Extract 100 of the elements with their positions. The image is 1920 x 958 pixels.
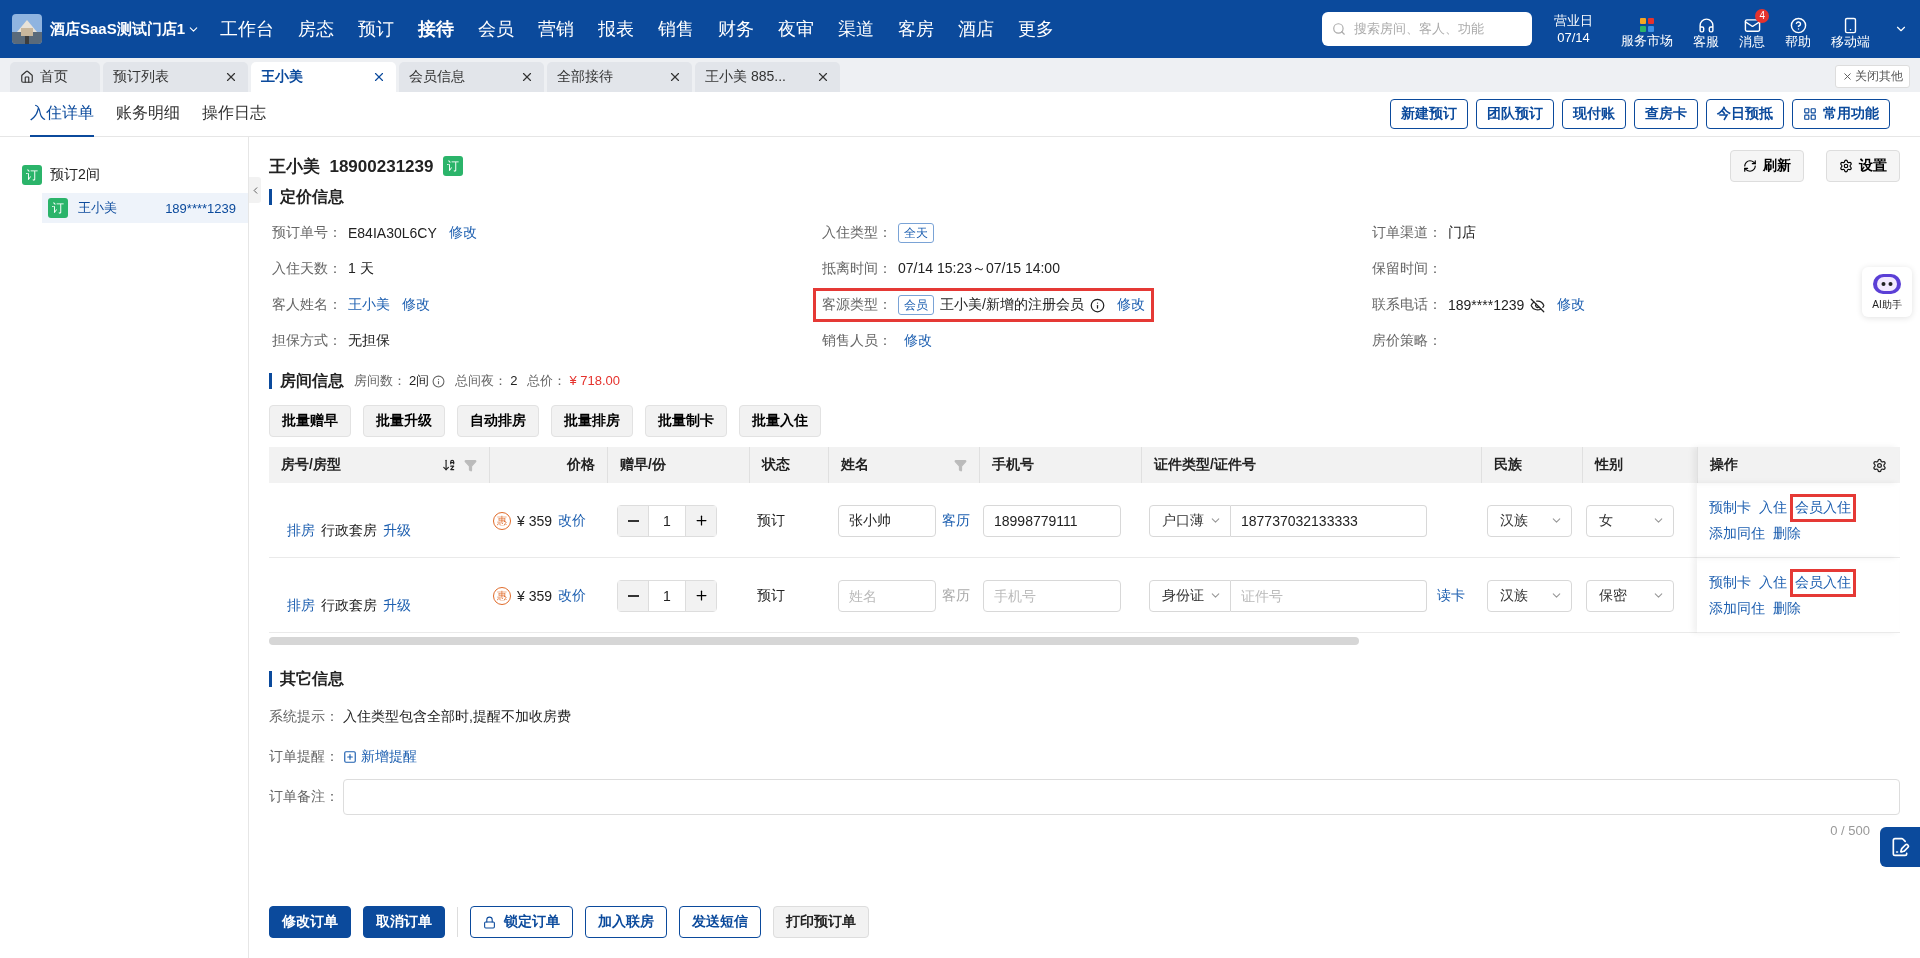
nav-item[interactable]: 预订 (346, 17, 407, 41)
nav-item[interactable]: 报表 (586, 17, 647, 41)
remark-input[interactable] (343, 779, 1900, 815)
change-price-link[interactable]: 改价 (558, 586, 587, 605)
row-action-link[interactable]: 预制卡 (1704, 568, 1756, 597)
page-tab[interactable]: 王小美 885... (695, 62, 840, 92)
history-link[interactable]: 客历 (942, 511, 970, 530)
close-icon[interactable] (816, 70, 830, 84)
close-icon[interactable] (520, 70, 534, 84)
row-action-link[interactable]: 删除 (1768, 594, 1806, 623)
assign-room-link[interactable]: 排房 (287, 596, 315, 615)
minus-button[interactable] (618, 505, 648, 536)
close-icon[interactable] (224, 70, 238, 84)
detail-tab[interactable]: 入住详单 (30, 91, 94, 137)
sort-icon[interactable] (442, 458, 456, 472)
nav-item[interactable]: 夜审 (766, 17, 827, 41)
close-icon[interactable] (372, 70, 386, 84)
edit-link[interactable]: 修改 (402, 296, 430, 314)
nav-item[interactable]: 销售 (646, 17, 707, 41)
assign-room-link[interactable]: 排房 (287, 521, 315, 540)
edit-link[interactable]: 修改 (1116, 296, 1145, 314)
change-price-link[interactable]: 改价 (558, 511, 587, 530)
ethnicity-select[interactable]: 汉族 (1487, 504, 1572, 537)
collapse-handle[interactable] (249, 177, 261, 203)
edit-link[interactable]: 修改 (1557, 296, 1586, 314)
action-button[interactable]: 查房卡 (1634, 99, 1698, 129)
name-input[interactable]: 姓名 (838, 579, 936, 612)
guest-item[interactable]: 订 王小美 189****1239 (42, 193, 248, 223)
action-button[interactable]: 今日预抵 (1706, 99, 1784, 129)
row-action-link[interactable]: 入住 (1754, 568, 1792, 597)
order-button[interactable]: 发送短信 (679, 906, 761, 938)
detail-tab[interactable]: 账务明细 (116, 91, 180, 137)
row-action-link[interactable]: 添加同住 (1704, 594, 1770, 623)
id-type-select[interactable]: 身份证 (1149, 579, 1231, 612)
batch-button[interactable]: 批量赠早 (269, 405, 351, 437)
page-tab[interactable]: 首页 (10, 62, 100, 92)
gender-select[interactable]: 女 (1586, 504, 1674, 537)
note-button[interactable] (1880, 827, 1920, 867)
quantity-stepper[interactable]: 1 (617, 579, 717, 612)
batch-button[interactable]: 批量入住 (739, 405, 821, 437)
page-tab[interactable]: 会员信息 (399, 62, 544, 92)
nav-item[interactable]: 酒店 (946, 17, 1007, 41)
detail-tab[interactable]: 操作日志 (202, 91, 266, 137)
nav-item[interactable]: 工作台 (208, 17, 287, 41)
row-action-link[interactable]: 入住 (1754, 493, 1792, 522)
add-reminder-link[interactable]: 新增提醒 (361, 748, 417, 766)
nav-item[interactable]: 渠道 (826, 17, 887, 41)
eye-off-icon[interactable] (1530, 297, 1546, 313)
order-button[interactable]: 取消订单 (363, 906, 445, 938)
upgrade-link[interactable]: 升级 (383, 596, 411, 615)
action-button[interactable]: 新建预订 (1390, 99, 1468, 129)
row-action-link[interactable]: 预制卡 (1704, 493, 1756, 522)
id-type-select[interactable]: 户口薄 (1149, 504, 1231, 537)
read-card-link[interactable]: 读卡 (1437, 586, 1465, 605)
order-button[interactable]: 打印预订单 (773, 906, 869, 938)
toolbar-item[interactable]: 服务市场 (1615, 9, 1679, 49)
row-action-link[interactable]: 添加同住 (1704, 519, 1770, 548)
edit-link[interactable]: 修改 (904, 332, 932, 350)
settings-icon[interactable] (1872, 457, 1887, 473)
nav-item[interactable]: 会员 (466, 17, 527, 41)
toolbar-item[interactable]: 4 消息 (1733, 8, 1771, 50)
nav-item[interactable]: 客房 (886, 17, 947, 41)
batch-button[interactable]: 自动排房 (457, 405, 539, 437)
scrollbar-thumb[interactable] (269, 637, 1359, 645)
nav-item[interactable]: 接待 (406, 17, 467, 41)
nav-item[interactable]: 房态 (286, 17, 347, 41)
settings-button[interactable]: 设置 (1826, 150, 1900, 182)
phone-input[interactable]: 手机号 (983, 579, 1121, 612)
id-number-input[interactable]: 187737032133333 (1231, 504, 1427, 537)
page-tab[interactable]: 王小美 (251, 62, 396, 92)
row-action-link[interactable]: 会员入住 (1790, 493, 1856, 522)
order-button[interactable]: 锁定订单 (470, 906, 573, 938)
row-action-link[interactable]: 删除 (1768, 519, 1806, 548)
assistant-button[interactable]: AI助手 (1862, 267, 1912, 317)
ethnicity-select[interactable]: 汉族 (1487, 579, 1572, 612)
minus-button[interactable] (618, 580, 648, 611)
quantity-stepper[interactable]: 1 (617, 504, 717, 537)
close-icon[interactable] (668, 70, 682, 84)
store-switcher[interactable]: 酒店SaaS测试门店1 (50, 19, 201, 39)
batch-button[interactable]: 批量升级 (363, 405, 445, 437)
page-tab[interactable]: 全部接待 (547, 62, 692, 92)
order-button[interactable]: 修改订单 (269, 906, 351, 938)
toolbar-item[interactable]: 帮助 (1779, 8, 1817, 50)
info-icon[interactable] (1089, 297, 1105, 313)
page-tab[interactable]: 预订列表 (103, 62, 248, 92)
nav-item[interactable]: 更多 (1006, 17, 1067, 41)
refresh-button[interactable]: 刷新 (1730, 150, 1804, 182)
nav-item[interactable]: 营销 (526, 17, 587, 41)
batch-button[interactable]: 批量排房 (551, 405, 633, 437)
toolbar-item[interactable]: 客服 (1687, 8, 1725, 50)
id-number-input[interactable]: 证件号 (1231, 579, 1427, 612)
toolbar-item[interactable]: 移动端 (1825, 8, 1876, 50)
action-button[interactable]: 团队预订 (1476, 99, 1554, 129)
upgrade-link[interactable]: 升级 (383, 521, 411, 540)
add-icon[interactable] (343, 750, 357, 764)
close-others-button[interactable]: 关闭其他 (1835, 65, 1910, 88)
phone-input[interactable]: 18998779111 (983, 504, 1121, 537)
action-button[interactable]: 常用功能 (1792, 99, 1890, 129)
order-button[interactable]: 加入联房 (585, 906, 667, 938)
action-button[interactable]: 现付账 (1562, 99, 1626, 129)
